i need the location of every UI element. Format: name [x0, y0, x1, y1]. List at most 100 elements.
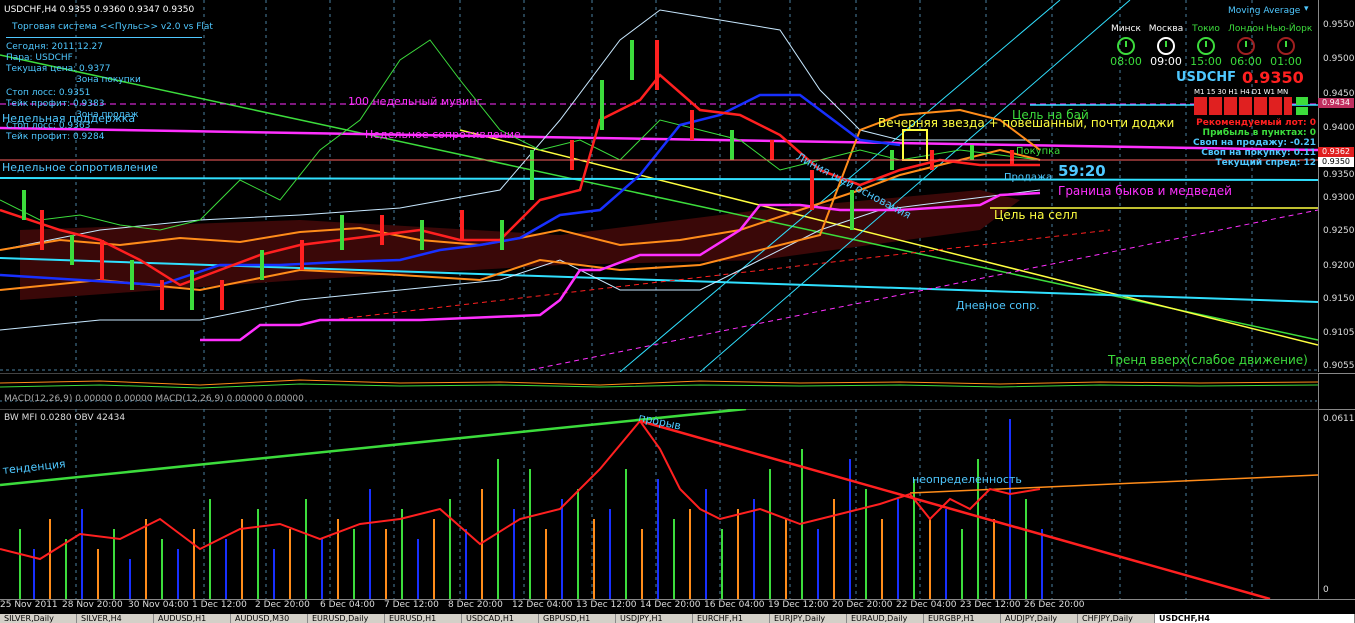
signal-blocks — [1194, 97, 1318, 115]
mfi-bottom-value: 0 — [1323, 585, 1329, 595]
chart-header: USDCHF,H4 0.9355 0.9360 0.9347 0.9350 — [4, 5, 195, 15]
date-tick: 14 Dec 20:00 — [640, 600, 701, 610]
clock-icon — [1157, 37, 1175, 55]
price-tick: 0.9550 — [1323, 20, 1355, 30]
date-tick: 19 Dec 12:00 — [768, 600, 829, 610]
date-tick: 13 Dec 12:00 — [576, 600, 637, 610]
tab-eurusd-daily[interactable]: EURUSD,Daily — [308, 614, 385, 623]
info-separator — [6, 37, 202, 38]
price-tick: 0.9055 — [1323, 361, 1355, 371]
tab-eurchf-h1[interactable]: EURCHF,H1 — [693, 614, 770, 623]
clock-icon — [1237, 37, 1255, 55]
clock-time: 06:00 — [1230, 55, 1262, 68]
mfi-label: BW MFI 0.0280 OBV 42434 — [4, 413, 126, 423]
clock-moscow: Москва 09:00 — [1146, 24, 1186, 68]
weekly-resistance-label: Недельное сопротивление — [365, 128, 521, 141]
signal-green-block-2 — [1296, 107, 1308, 115]
tf-d1: D1 — [1251, 88, 1262, 96]
price-tick: 0.9105 — [1323, 328, 1355, 338]
tab-usdcad-h1[interactable]: USDCAD,H1 — [462, 614, 539, 623]
sell-target-label: Цель на селл — [994, 208, 1078, 222]
info-today: Сегодня: 2011.12.27 — [6, 42, 104, 52]
info-buy-zone: Зона покупки — [76, 75, 141, 85]
tab-silver-daily[interactable]: SILVER,Daily — [0, 614, 77, 623]
date-tick: 26 Dec 20:00 — [1024, 600, 1085, 610]
clock-city: Токио — [1192, 24, 1220, 34]
price-axis[interactable]: 0.9550 0.9500 0.9450 0.9400 0.9350 0.930… — [1318, 0, 1355, 372]
date-tick: 7 Dec 12:00 — [384, 600, 439, 610]
world-clocks: Минск 08:00 Москва 09:00 Токио 15:00 Лон… — [1106, 0, 1312, 70]
signal-green-block — [1296, 97, 1308, 105]
tf-15: 15 — [1206, 88, 1216, 96]
date-tick: 23 Dec 12:00 — [960, 600, 1021, 610]
clock-city: Минск — [1111, 24, 1141, 34]
weekly-support-label: Недельная поддержка — [2, 112, 136, 125]
price-tick: 0.9300 — [1323, 193, 1355, 203]
clock-time: 01:00 — [1270, 55, 1302, 68]
uncertainty-label: неопределенность — [912, 473, 1022, 486]
date-tick: 6 Dec 04:00 — [320, 600, 375, 610]
price-tick: 0.9500 — [1323, 54, 1355, 64]
info-stop-loss-1: Стоп лосс: 0.9351 — [6, 88, 91, 98]
date-tick: 20 Dec 20:00 — [832, 600, 893, 610]
tf-h1: H1 — [1228, 88, 1239, 96]
date-tick: 30 Nov 04:00 — [128, 600, 189, 610]
tab-usdchf-h4[interactable]: USDCHF,H4 — [1155, 614, 1355, 623]
date-tick: 8 Dec 20:00 — [448, 600, 503, 610]
date-tick: 1 Dec 12:00 — [192, 600, 247, 610]
system-title: Торговая система <<Пульс>> v2.0 vs Flat — [12, 22, 213, 32]
clock-minsk: Минск 08:00 — [1106, 24, 1146, 68]
info-current-price: Текущая цена: 0.9377 — [6, 64, 111, 74]
tab-silver-h4[interactable]: SILVER,H4 — [77, 614, 154, 623]
timeframe-row: M1 15 30 H1 H4 D1 W1 MN — [1194, 88, 1288, 96]
mfi-panel[interactable] — [0, 409, 1318, 599]
bar-timer: 59:20 — [1058, 162, 1106, 180]
date-tick: 28 Nov 20:00 — [62, 600, 123, 610]
tab-eurusd-h1[interactable]: EURUSD,H1 — [385, 614, 462, 623]
clock-tokyo: Токио 15:00 — [1186, 24, 1226, 68]
clock-time: 08:00 — [1110, 55, 1142, 68]
bull-bear-label: Границa быков и медведей — [1058, 184, 1232, 198]
tab-audjpy-daily[interactable]: AUDJPY,Daily — [1001, 614, 1078, 623]
clock-icon — [1117, 37, 1135, 55]
tab-chfjpy-daily[interactable]: CHFJPY,Daily — [1078, 614, 1155, 623]
clock-time: 09:00 — [1150, 55, 1182, 68]
tab-eurgbp-h1[interactable]: EURGBP,H1 — [924, 614, 1001, 623]
price-marker-red: 0.9362 — [1318, 147, 1354, 157]
price-tick: 0.9400 — [1323, 123, 1355, 133]
uptrend-label: Тренд вверх(слабое движение) — [1108, 353, 1308, 367]
buy-label: Покупка — [1016, 146, 1061, 157]
tab-audusd-h1[interactable]: AUDUSD,H1 — [154, 614, 231, 623]
clock-city: Лондон — [1228, 24, 1264, 34]
buy-target-label: Цель на бай — [1012, 108, 1089, 122]
info-take-profit-2: Тейк профит: 0.9284 — [6, 132, 105, 142]
weekly-resistance-label-2: Недельное сопротивление — [2, 161, 158, 174]
clock-icon — [1197, 37, 1215, 55]
date-tick: 16 Dec 04:00 — [704, 600, 765, 610]
price-marker-current: 0.9350 — [1318, 157, 1354, 167]
clock-time: 15:00 — [1190, 55, 1222, 68]
tab-audusd-m30[interactable]: AUDUSD,M30 — [231, 614, 308, 623]
weekly-ma-label: 100 недельный мувинг — [348, 95, 483, 108]
clock-city: Москва — [1148, 24, 1184, 34]
info-pair: Пара: USDCHF — [6, 53, 73, 63]
tab-usdjpy-h1[interactable]: USDJPY,H1 — [616, 614, 693, 623]
price-marker-magenta: 0.9434 — [1318, 98, 1354, 108]
date-tick: 12 Dec 04:00 — [512, 600, 573, 610]
symbol-price: 0.9350 — [1242, 68, 1304, 87]
date-tick: 22 Dec 04:00 — [896, 600, 957, 610]
date-tick: 25 Nov 2011 — [0, 600, 58, 610]
mfi-top-value: 0.0611 — [1323, 414, 1355, 424]
symbol-name: USDCHF — [1176, 70, 1237, 85]
info-take-profit-1: Тейк профит: 0.9383 — [6, 99, 105, 109]
tab-euraud-daily[interactable]: EURAUD,Daily — [847, 614, 924, 623]
spread: Текущий спред: 12 — [1215, 158, 1316, 168]
price-tick: 0.9200 — [1323, 261, 1355, 271]
clock-newyork: Нью-Йорк 01:00 — [1266, 24, 1312, 68]
sell-label: Продажа — [1004, 172, 1053, 183]
tab-gbpusd-h1[interactable]: GBPUSD,H1 — [539, 614, 616, 623]
macd-label: MACD(12,26,9) 0.00000 0.00000 MACD(12,26… — [4, 394, 304, 404]
signal-red-block — [1194, 97, 1292, 115]
tf-m1: M1 — [1194, 88, 1205, 96]
tab-eurjpy-daily[interactable]: EURJPY,Daily — [770, 614, 847, 623]
